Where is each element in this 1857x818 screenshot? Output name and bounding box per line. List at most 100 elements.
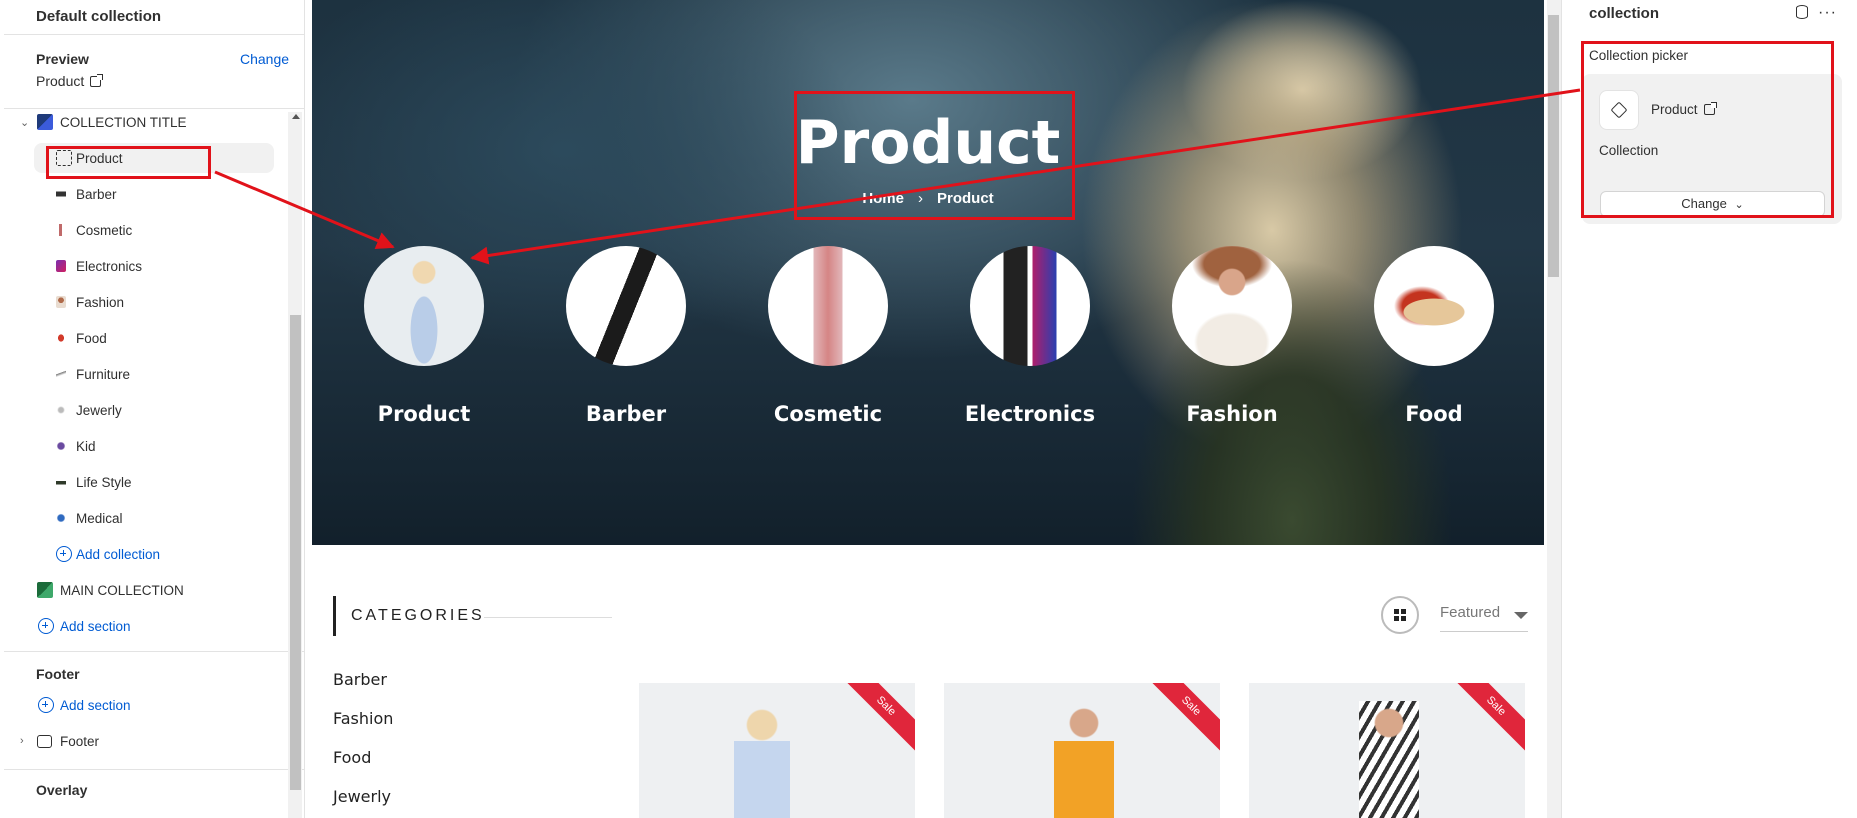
category-name[interactable]: Barber (526, 402, 726, 426)
tree-item-medical[interactable]: Medical (0, 503, 284, 533)
fashion-thumb (56, 296, 66, 308)
grid-icon (1394, 609, 1399, 614)
preview-value[interactable]: Product (36, 73, 104, 89)
sort-select-value: Featured (1440, 604, 1501, 621)
product-card[interactable]: Sale (1249, 683, 1525, 818)
grid-icon (1401, 609, 1406, 614)
heading-underline (484, 617, 612, 618)
category-list-item[interactable]: Food (333, 748, 371, 767)
grid-icon (1394, 616, 1399, 621)
tree-label: Life Style (76, 474, 132, 490)
category-name[interactable]: Cosmetic (728, 402, 928, 426)
product-image (1359, 701, 1419, 818)
tree-label: Kid (76, 438, 96, 454)
category-circle-barber[interactable] (566, 246, 686, 366)
tree-section-collection-title[interactable]: ⌄ COLLECTION TITLE (0, 107, 284, 137)
tree-label: Food (76, 330, 107, 346)
tree-item-electronics[interactable]: Electronics (0, 251, 284, 281)
categories-heading: CATEGORIES (333, 596, 485, 636)
annotation-box (794, 91, 1075, 220)
product-image (1054, 701, 1114, 818)
tree-item-cosmetic[interactable]: Cosmetic (0, 215, 284, 245)
footer-add-section-button[interactable]: Add section (0, 690, 284, 720)
caret-down-icon (1514, 612, 1528, 619)
sale-badge: Sale (1144, 683, 1220, 753)
tree-item-kid[interactable]: Kid (0, 431, 284, 461)
category-circle-cosmetic[interactable] (768, 246, 888, 366)
divider (4, 34, 304, 35)
more-options-icon[interactable]: ··· (1818, 4, 1837, 22)
sale-badge: Sale (839, 683, 915, 753)
tree-label: Jewerly (76, 402, 122, 418)
footer-group-title: Footer (36, 666, 80, 682)
overlay-group-title: Overlay (36, 782, 88, 798)
barber-thumb (56, 188, 66, 200)
category-circle-electronics[interactable] (970, 246, 1090, 366)
product-image (734, 703, 790, 818)
category-list-item[interactable]: Jewerly (333, 787, 391, 806)
furniture-thumb (56, 368, 66, 380)
preview-label: Preview (36, 51, 89, 67)
divider (4, 651, 304, 652)
category-list-item[interactable]: Barber (333, 670, 387, 689)
kid-thumb (56, 440, 66, 452)
tree-item-fashion[interactable]: Fashion (0, 287, 284, 317)
divider (4, 769, 304, 770)
tree-label: Barber (76, 186, 117, 202)
jewerly-thumb (56, 404, 66, 416)
scroll-up-arrow-icon[interactable] (292, 114, 300, 119)
category-name[interactable]: Electronics (930, 402, 1130, 426)
category-circle-food[interactable] (1374, 246, 1494, 366)
chevron-right-icon[interactable]: › (20, 735, 30, 747)
product-card[interactable]: Sale (944, 683, 1220, 818)
add-collection-label: Add collection (76, 546, 161, 562)
category-name[interactable]: Product (324, 402, 524, 426)
plus-circle-icon (38, 697, 54, 713)
section-title: Default collection (36, 8, 162, 25)
tree-label: Medical (76, 510, 123, 526)
tree-section-main-collection[interactable]: MAIN COLLECTION (0, 575, 284, 605)
category-name[interactable]: Food (1334, 402, 1534, 426)
food-thumb (56, 332, 66, 344)
category-circle-fashion[interactable] (1172, 246, 1292, 366)
category-circle-product[interactable] (364, 246, 484, 366)
preview-change-link[interactable]: Change (240, 51, 289, 67)
sidebar-scroll-thumb[interactable] (290, 315, 301, 790)
tree-item-life-style[interactable]: Life Style (0, 467, 284, 497)
add-section-label: Add section (60, 697, 131, 713)
tree-item-jewerly[interactable]: Jewerly (0, 395, 284, 425)
product-card[interactable]: Sale (639, 683, 915, 818)
tree-label: Furniture (76, 366, 131, 382)
grid-view-toggle[interactable] (1381, 596, 1419, 634)
footer-section-icon (37, 734, 52, 748)
annotation-box (46, 146, 211, 179)
lifestyle-thumb (56, 476, 66, 488)
tree-item-barber[interactable]: Barber (0, 179, 284, 209)
collection-hero-banner: Product Home › Product Product Barber Cosm… (312, 0, 1544, 545)
tree-label: Fashion (76, 294, 125, 310)
plus-circle-icon (56, 546, 72, 562)
section-icon (37, 582, 53, 598)
tree-item-food[interactable]: Food (0, 323, 284, 353)
database-icon[interactable] (1796, 5, 1808, 19)
electronics-thumb (56, 260, 66, 272)
category-name[interactable]: Fashion (1132, 402, 1332, 426)
sort-select[interactable]: Featured (1440, 604, 1528, 632)
add-section-button[interactable]: Add section (0, 611, 284, 641)
add-collection-button[interactable]: Add collection (0, 539, 284, 569)
chevron-down-icon[interactable]: ⌄ (20, 116, 30, 129)
add-section-label: Add section (60, 618, 131, 634)
sale-badge: Sale (1449, 683, 1525, 753)
preview-scroll-thumb[interactable] (1548, 15, 1559, 277)
medical-thumb (56, 512, 66, 524)
theme-editor-sidebar: Default collection Preview Change Produc… (0, 0, 305, 818)
tree-label: Cosmetic (76, 222, 133, 238)
external-link-icon[interactable] (90, 73, 104, 87)
tree-section-footer[interactable]: › Footer (0, 726, 284, 756)
preview-value-text: Product (36, 73, 85, 89)
section-icon (37, 114, 53, 130)
tree-label: COLLECTION TITLE (60, 114, 187, 130)
category-list-item[interactable]: Fashion (333, 709, 393, 728)
tree-item-furniture[interactable]: Furniture (0, 359, 284, 389)
annotation-box (1581, 41, 1834, 218)
